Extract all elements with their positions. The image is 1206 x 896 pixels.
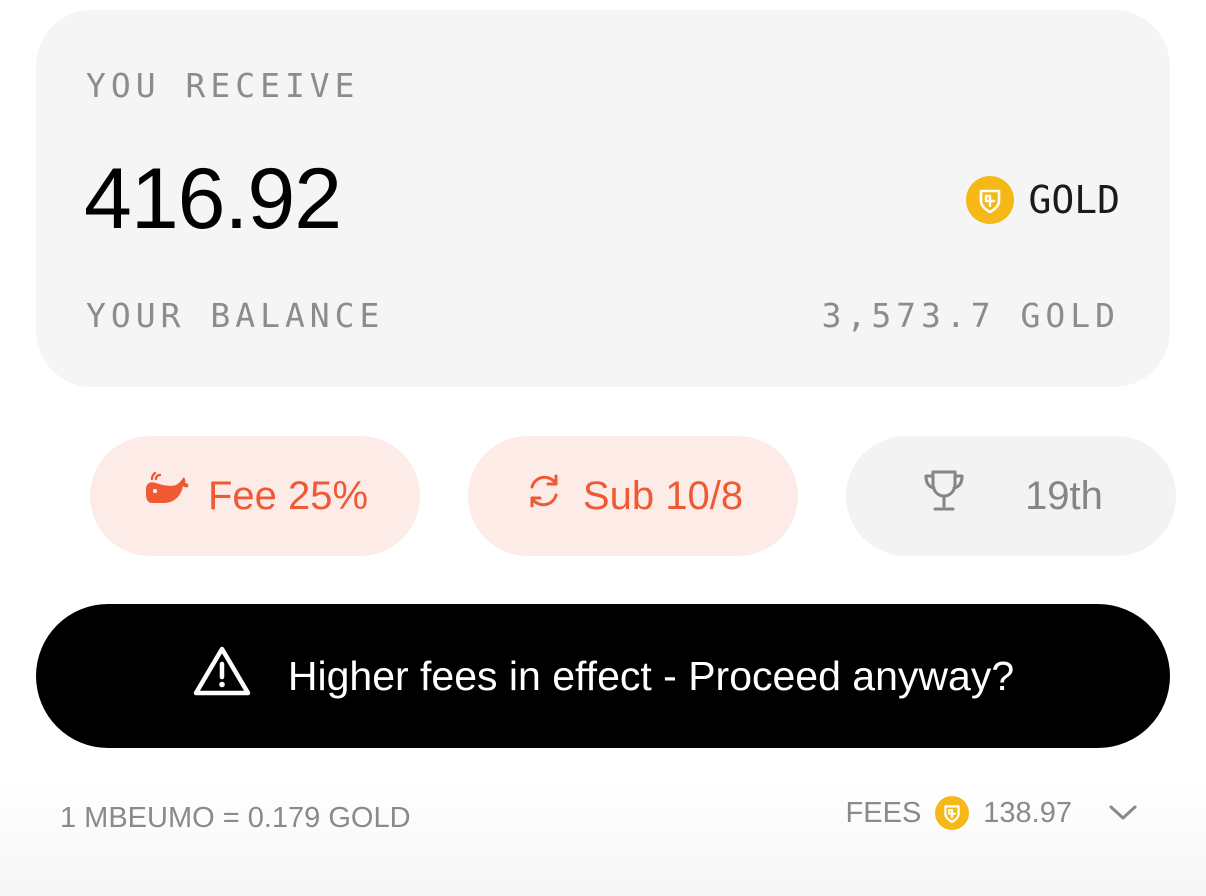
exchange-rate: 1 MBEUMO = 0.179 GOLD bbox=[60, 802, 411, 834]
rank-pill-label: 19th bbox=[1025, 473, 1103, 518]
fee-pill-label: Fee 25% bbox=[207, 473, 369, 518]
proceed-anyway-button[interactable]: Higher fees in effect - Proceed anyway? bbox=[36, 604, 1170, 748]
token-selector[interactable]: GOLD bbox=[966, 176, 1120, 224]
fees-label: FEES bbox=[845, 796, 922, 829]
receive-card: YOU RECEIVE 416.92 GOLD YOUR BALANCE 3,5… bbox=[36, 10, 1170, 387]
chevron-down-icon[interactable] bbox=[1108, 804, 1138, 822]
receive-label: YOU RECEIVE bbox=[86, 66, 360, 105]
rank-pill[interactable]: 19th bbox=[846, 436, 1176, 556]
warning-triangle-icon bbox=[192, 644, 252, 708]
sub-pill[interactable]: Sub 10/8 bbox=[468, 436, 798, 556]
trophy-icon bbox=[919, 467, 969, 525]
token-name: GOLD bbox=[1028, 178, 1120, 222]
swap-receive-panel: YOU RECEIVE 416.92 GOLD YOUR BALANCE 3,5… bbox=[0, 0, 1206, 896]
fee-pill[interactable]: Fee 25% bbox=[90, 436, 420, 556]
refresh-icon bbox=[523, 470, 565, 522]
fees-summary[interactable]: FEES 138.97 bbox=[846, 796, 1138, 830]
gold-token-icon bbox=[966, 176, 1015, 224]
balance-label: YOUR BALANCE bbox=[86, 296, 385, 335]
sub-pill-label: Sub 10/8 bbox=[582, 473, 744, 518]
whale-icon bbox=[142, 471, 190, 521]
receive-amount: 416.92 bbox=[84, 151, 342, 247]
balance-value: 3,573.7 GOLD bbox=[821, 296, 1120, 335]
gold-token-icon bbox=[935, 796, 970, 830]
proceed-anyway-label: Higher fees in effect - Proceed anyway? bbox=[287, 652, 1015, 699]
fees-value: 138.97 bbox=[983, 796, 1072, 829]
